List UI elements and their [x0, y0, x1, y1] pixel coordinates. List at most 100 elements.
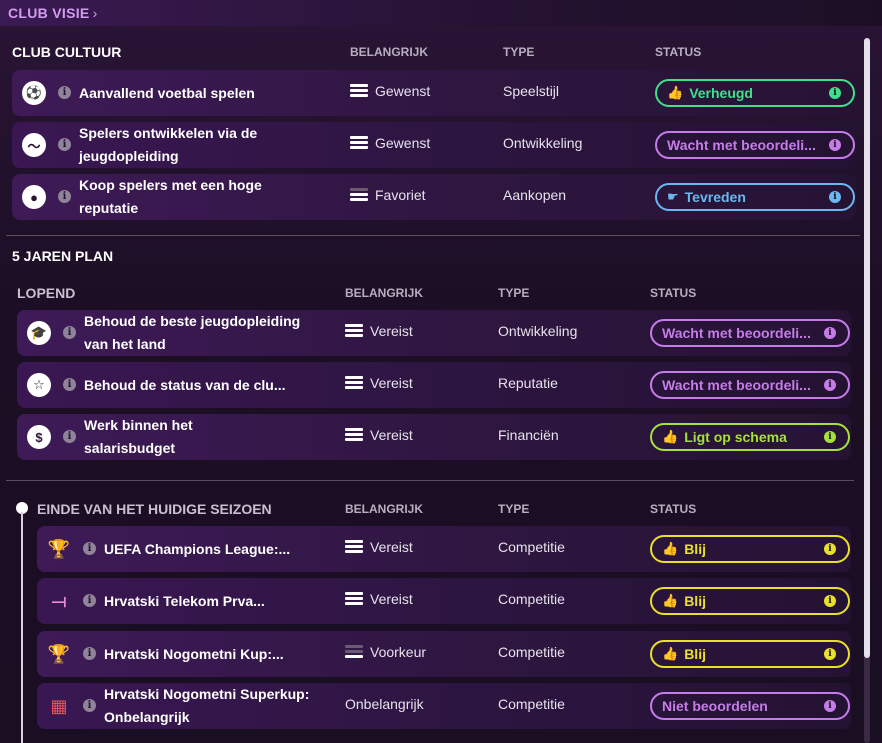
importance-cell: Voorkeur: [345, 644, 426, 660]
row-name: Behoud de status van de clu...: [84, 377, 286, 393]
subsection-title-lopend: LOPEND: [17, 285, 76, 301]
status-badge[interactable]: Wacht met beoordeli... i: [650, 371, 850, 399]
importance-label: Gewenst: [375, 135, 431, 151]
importance-cell: Vereist: [345, 539, 413, 555]
type-cell: Competitie: [498, 539, 565, 555]
growth-chart-icon: 〜: [22, 133, 46, 157]
type-cell: Competitie: [498, 696, 565, 712]
info-icon[interactable]: i: [83, 699, 96, 712]
importance-bars-icon: [345, 539, 363, 555]
section-title-5-jaren-plan: 5 JAREN PLAN: [12, 248, 114, 264]
player-icon: ●: [22, 185, 46, 209]
info-icon[interactable]: i: [63, 326, 76, 339]
info-icon[interactable]: i: [824, 595, 836, 607]
row-name: Behoud de beste jeugdopleiding van het l…: [84, 313, 301, 352]
importance-cell: Vereist: [345, 427, 413, 443]
breadcrumb-label: CLUB VISIE: [8, 5, 90, 21]
importance-label: Voorkeur: [370, 644, 427, 660]
table-row[interactable]: ☆ i Behoud de status van de clu... Verei…: [17, 362, 851, 408]
info-icon[interactable]: i: [824, 648, 836, 660]
importance-cell: Vereist: [345, 375, 413, 391]
importance-label: Vereist: [370, 323, 413, 339]
info-icon[interactable]: i: [824, 431, 836, 443]
info-icon[interactable]: i: [58, 190, 71, 203]
scrollbar-thumb[interactable]: [864, 38, 870, 658]
importance-cell: Gewenst: [350, 135, 430, 151]
info-icon[interactable]: i: [824, 700, 836, 712]
status-label: Wacht met beoordeli...: [667, 137, 816, 153]
top-bar: [0, 0, 882, 26]
status-label: Niet beoordelen: [662, 698, 768, 714]
type-cell: Reputatie: [498, 375, 558, 391]
status-label: Wacht met beoordeli...: [662, 377, 811, 393]
column-header-importance: BELANGRIJK: [350, 45, 429, 59]
row-name: Hrvatski Telekom Prva...: [104, 593, 265, 609]
thumbs-up-icon: 👍: [662, 593, 679, 608]
status-badge[interactable]: ☛ Tevreden i: [655, 183, 855, 211]
type-cell: Speelstijl: [503, 83, 560, 99]
table-row[interactable]: $ i Werk binnen het salarisbudget Vereis…: [17, 414, 851, 460]
info-icon[interactable]: i: [829, 139, 841, 151]
column-header-status: STATUS: [655, 45, 702, 59]
info-icon[interactable]: i: [83, 594, 96, 607]
status-badge[interactable]: 👍 Blij i: [650, 535, 850, 563]
section-divider: [6, 480, 854, 481]
importance-bars-icon: [345, 375, 363, 391]
table-row[interactable]: 🏆 i UEFA Champions League:... Vereist Co…: [37, 526, 851, 572]
importance-cell: Vereist: [345, 323, 413, 339]
row-name: Aanvallend voetbal spelen: [79, 85, 255, 101]
importance-label: Favoriet: [375, 187, 426, 203]
thumbs-up-icon: 👍: [667, 85, 684, 100]
table-row[interactable]: 🏆 i Hrvatski Nogometni Kup:... Voorkeur …: [37, 631, 851, 677]
status-badge[interactable]: Wacht met beoordeli... i: [650, 319, 850, 347]
importance-cell: Favoriet: [350, 187, 426, 203]
info-icon[interactable]: i: [829, 191, 841, 203]
importance-bars-icon: [345, 644, 363, 660]
table-row[interactable]: ⚽ i Aanvallend voetbal spelen Gewenst Sp…: [12, 70, 856, 116]
importance-label: Onbelangrijk: [345, 696, 424, 712]
info-icon[interactable]: i: [58, 138, 71, 151]
thumbs-up-icon: 👍: [662, 429, 679, 444]
status-badge[interactable]: 👍 Blij i: [650, 640, 850, 668]
info-icon[interactable]: i: [824, 543, 836, 555]
type-cell: Competitie: [498, 591, 565, 607]
info-icon[interactable]: i: [58, 86, 71, 99]
section-divider: [6, 235, 860, 236]
info-icon[interactable]: i: [829, 87, 841, 99]
info-icon[interactable]: i: [63, 430, 76, 443]
type-cell: Aankopen: [503, 187, 567, 203]
status-label: Verheugd: [689, 85, 753, 101]
info-icon[interactable]: i: [83, 647, 96, 660]
type-cell: Ontwikkeling: [503, 135, 583, 151]
status-badge[interactable]: Wacht met beoordeli... i: [655, 131, 855, 159]
table-row[interactable]: 🎓 i Behoud de beste jeugdopleiding van h…: [17, 310, 851, 356]
thumbs-up-icon: 👍: [662, 541, 679, 556]
status-badge[interactable]: 👍 Blij i: [650, 587, 850, 615]
status-label: Blij: [684, 646, 706, 662]
info-icon[interactable]: i: [824, 379, 836, 391]
table-row[interactable]: ● i Koop spelers met een hoge reputatie …: [12, 174, 856, 220]
status-label: Blij: [684, 593, 706, 609]
importance-label: Vereist: [370, 591, 413, 607]
status-badge[interactable]: Niet beoordelen i: [650, 692, 850, 720]
football-icon: ⚽: [22, 81, 46, 105]
info-icon[interactable]: i: [824, 327, 836, 339]
status-badge[interactable]: 👍 Ligt op schema i: [650, 423, 850, 451]
row-name: UEFA Champions League:...: [104, 541, 291, 557]
importance-cell: Onbelangrijk: [345, 696, 424, 712]
column-header-type: TYPE: [498, 286, 530, 300]
status-badge[interactable]: 👍 Verheugd i: [655, 79, 855, 107]
table-row[interactable]: ▦ i Hrvatski Nogometni Superkup: Onbelan…: [37, 683, 851, 729]
row-name: Spelers ontwikkelen via de jeugdopleidin…: [79, 125, 258, 164]
info-icon[interactable]: i: [63, 378, 76, 391]
info-icon[interactable]: i: [83, 542, 96, 555]
importance-bars-icon: [345, 323, 363, 339]
table-row[interactable]: ⟞ i Hrvatski Telekom Prva... Vereist Com…: [37, 578, 851, 624]
table-row[interactable]: 〜 i Spelers ontwikkelen via de jeugdople…: [12, 122, 856, 168]
section-title-club-cultuur: CLUB CULTUUR: [12, 44, 122, 60]
row-name: Koop spelers met een hoge reputatie: [79, 177, 262, 216]
column-header-importance: BELANGRIJK: [345, 286, 424, 300]
column-header-type: TYPE: [498, 502, 530, 516]
breadcrumb-club-visie[interactable]: CLUB VISIE ›: [8, 5, 98, 21]
column-header-status: STATUS: [650, 502, 697, 516]
